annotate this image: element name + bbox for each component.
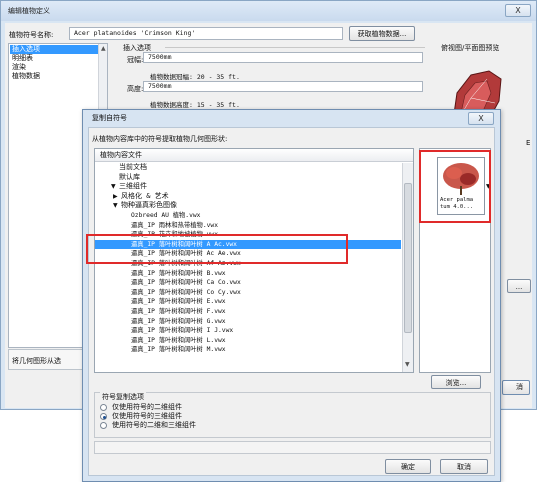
progress-bar: [94, 441, 491, 454]
tree-item[interactable]: ▼ 物种逼真彩色图像: [95, 201, 401, 210]
tree-item[interactable]: 逼真_IP 雨林和热带植物.vwx: [95, 221, 401, 230]
tree-item-label: 逼真_IP 落叶树和阔叶树 E.vwx: [131, 298, 226, 306]
tree-item-label: 当前文档: [119, 163, 147, 171]
tree-scroll-thumb[interactable]: [404, 183, 412, 333]
get-plant-data-button[interactable]: 获取植物数据...: [349, 26, 415, 41]
tree-item-label: 物种逼真彩色图像: [121, 201, 177, 210]
category-item-render[interactable]: 渲染: [12, 63, 26, 72]
tree-item-label: 逼真_IP 落叶树和阔叶树 Co Cy.vwx: [131, 288, 241, 296]
tree-item-label: 逼真_IP 落叶树和阔叶树 B.vwx: [131, 269, 226, 277]
tree-item-label: 逼真_IP 雨林和热带植物.vwx: [131, 221, 219, 229]
browse-button[interactable]: 浏览...: [431, 375, 481, 389]
category-item-insert-options[interactable]: 插入选项: [12, 45, 40, 54]
insert-options-divider: [165, 47, 425, 48]
radio-button-icon[interactable]: [100, 404, 107, 411]
outer-close-button[interactable]: X: [505, 4, 531, 17]
scroll-down-icon[interactable]: ▼: [405, 361, 410, 368]
tree-item-label: 三维组件: [119, 182, 147, 191]
tree-item[interactable]: ▼ 三维组件: [95, 182, 401, 191]
geometry-source-label: 将几何图形从选: [12, 357, 61, 365]
canopy-value: 7500mm: [148, 53, 172, 61]
tree-item[interactable]: 当前文档: [95, 163, 401, 172]
radio-label: 仅使用符号的二维组件: [112, 403, 182, 411]
tree-item[interactable]: 逼真_IP 落叶树和阔叶树 Ca Co.vwx: [95, 278, 401, 287]
symbol-name-field[interactable]: Acer platanoides 'Crimson King': [69, 27, 343, 40]
collapse-arrow-icon[interactable]: ▶: [113, 192, 118, 201]
radio-label: 仅使用符号的三维组件: [112, 412, 182, 420]
preview-header: 俯视图/平面图预览: [441, 44, 500, 52]
close-icon: X: [478, 114, 484, 123]
height-value: 7500mm: [148, 82, 172, 90]
tree-item[interactable]: 逼真_IP 落叶树和阔叶树 M.vwx: [95, 345, 401, 354]
tree-item-label: 逼真_IP 落叶树和阔叶树 Ca Co.vwx: [131, 279, 241, 287]
tree-item-label: 默认库: [119, 172, 140, 181]
tree-item-label: 逼真_IP 落叶树和阔叶树 G.vwx: [131, 317, 226, 325]
close-icon: X: [515, 6, 521, 15]
side-ellipsis-button[interactable]: ...: [507, 279, 531, 293]
tree-item[interactable]: 逼真_IP 落叶树和阔叶树 B.vwx: [95, 269, 401, 278]
copy-options-radios: 仅使用符号的二维组件 仅使用符号的三维组件 使用符号的二维和三维组件: [100, 403, 400, 437]
expand-arrow-icon[interactable]: ▼: [113, 201, 118, 210]
tree-item[interactable]: 逼真_IP 落叶树和阔叶树 L.vwx: [95, 336, 401, 345]
canopy-field[interactable]: 7500mm: [143, 52, 423, 63]
tree-item-label: 逼真_IP 落叶树和阔叶树 I J.vwx: [131, 327, 234, 335]
copy-from-symbol-dialog: 复制自符号 X 从植物内容库中的符号提取植物几何图形状: 植物内容文件 当前文档…: [82, 109, 501, 482]
tree-item[interactable]: ▶ 风格化 & 艺术: [95, 192, 401, 201]
outer-cancel-button[interactable]: 消: [502, 380, 530, 395]
tree-item-label: 风格化 & 艺术: [121, 191, 169, 200]
symbol-name-label: 植物符号名称:: [9, 31, 54, 39]
tree-item[interactable]: Ozbreed AU 植物.vwx: [95, 211, 401, 220]
copy-option-radio[interactable]: 仅使用符号的二维组件: [100, 403, 360, 412]
tree-scrollbar[interactable]: ▼: [402, 163, 413, 372]
canopy-label: 冠幅:: [127, 56, 144, 64]
selection-annotation-box: [86, 234, 348, 264]
tree-item[interactable]: 逼真_IP 落叶树和阔叶树 Co Cy.vwx: [95, 288, 401, 297]
height-plant-data: 植物数据高度: 15 - 35 ft.: [150, 101, 240, 109]
tree-item[interactable]: 逼真_IP 落叶树和阔叶树 F.vwx: [95, 307, 401, 316]
tree-rows: 当前文档 默认库 ▼ 三维组件 ▶ 风格化 & 艺术 ▼ 物种逼真彩色图像 Ozbreed AU…: [95, 163, 403, 371]
radio-label: 使用符号的二维和三维组件: [112, 421, 196, 429]
height-label: 高度:: [127, 85, 144, 93]
symbol-name-value: Acer platanoides 'Crimson King': [74, 29, 196, 37]
radio-button-icon[interactable]: [100, 413, 107, 420]
tree-item[interactable]: 逼真_IP 落叶树和阔叶树 I J.vwx: [95, 326, 401, 335]
ok-button[interactable]: 确定: [385, 459, 431, 474]
copy-option-radio[interactable]: 使用符号的二维和三维组件: [100, 421, 360, 430]
tree-item-label: 逼真_IP 落叶树和阔叶树 F.vwx: [131, 308, 226, 315]
tree-column-header[interactable]: 植物内容文件: [95, 149, 413, 162]
radio-button-icon[interactable]: [100, 422, 107, 429]
inner-close-button[interactable]: X: [468, 112, 494, 125]
outer-title-bar: 编辑植物定义 X: [1, 1, 536, 21]
tree-item-label: 逼真_IP 落叶树和阔叶树 L.vwx: [131, 336, 226, 344]
copy-options-group: 符号复制选项 仅使用符号的二维组件 仅使用符号的三维组件 使用符号的二维和三维组件: [94, 392, 491, 438]
category-item-plant-data[interactable]: 植物数据: [12, 72, 40, 81]
inner-window-title: 复制自符号: [92, 114, 127, 122]
outer-window-title: 编辑植物定义: [8, 7, 50, 15]
expand-arrow-icon[interactable]: ▼: [111, 182, 116, 191]
scroll-up-icon[interactable]: ▲: [101, 45, 106, 52]
cancel-button[interactable]: 取消: [440, 459, 488, 474]
tree-item-label: Ozbreed AU 植物.vwx: [131, 212, 201, 219]
instruction-text: 从植物内容库中的符号提取植物几何图形状:: [92, 135, 228, 143]
tree-item[interactable]: 逼真_IP 落叶树和阔叶树 G.vwx: [95, 317, 401, 326]
thumbnail-annotation-box: [419, 150, 491, 223]
tree-item-label: 逼真_IP 落叶树和阔叶树 M.vwx: [131, 346, 226, 354]
copy-options-title: 符号复制选项: [100, 392, 146, 402]
category-item-schedule[interactable]: 明细表: [12, 54, 33, 63]
outer-cancel-label: 消: [516, 383, 523, 391]
canopy-plant-data: 植物数据冠幅: 20 - 35 ft.: [150, 73, 240, 81]
copy-option-radio[interactable]: 仅使用符号的三维组件: [100, 412, 360, 421]
inner-content-area: 从植物内容库中的符号提取植物几何图形状: 植物内容文件 当前文档 默认库 ▼ 三维组件…: [88, 127, 495, 476]
tree-item[interactable]: 默认库: [95, 173, 401, 182]
side-fragment-label: E: [526, 139, 531, 147]
tree-item[interactable]: 逼真_IP 落叶树和阔叶树 E.vwx: [95, 297, 401, 306]
height-field[interactable]: 7500mm: [143, 81, 423, 92]
